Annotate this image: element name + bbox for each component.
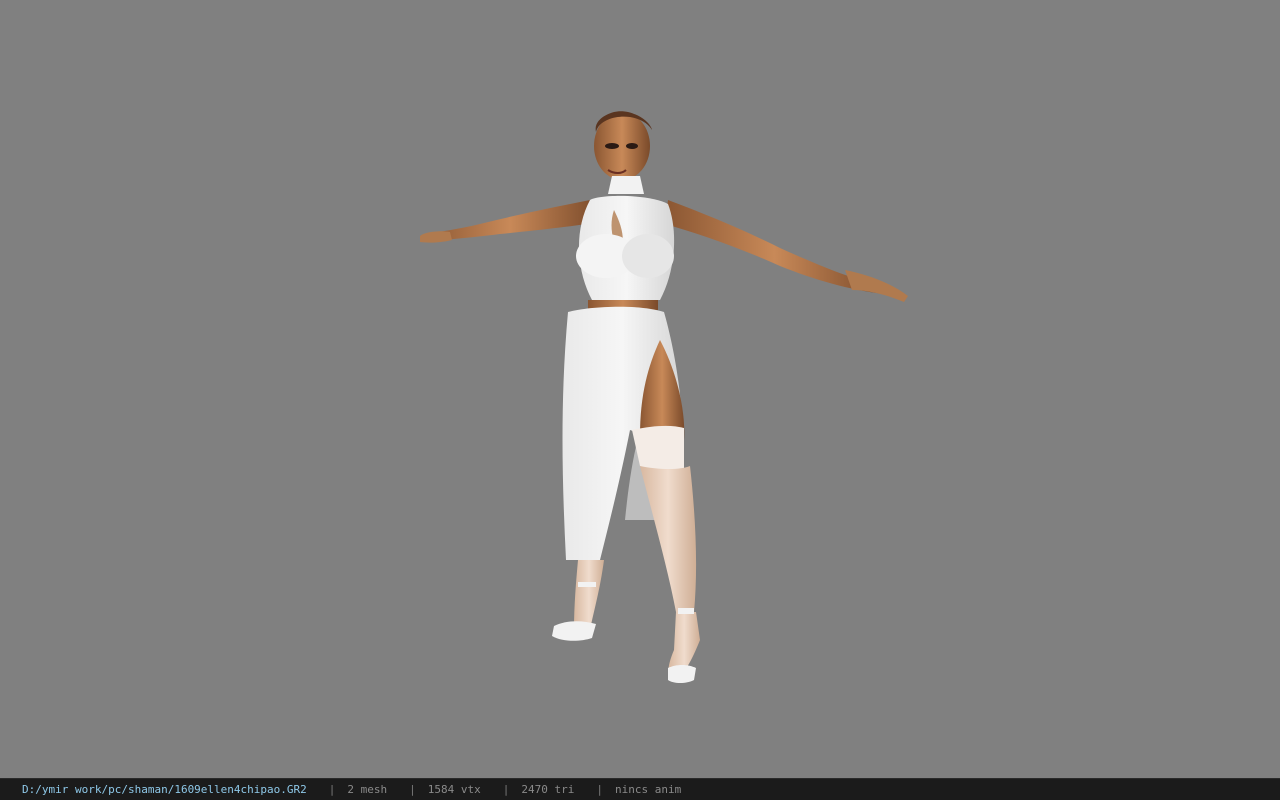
status-bar: D:/ymir work/pc/shaman/1609ellen4chipao.…: [0, 778, 1280, 800]
status-separator: |: [328, 783, 336, 796]
status-triangle-count: 2470 tri: [521, 783, 575, 796]
character-model-icon: [420, 111, 908, 683]
status-separator: |: [409, 783, 416, 796]
status-file-path: D:/ymir work/pc/shaman/1609ellen4chipao.…: [22, 783, 307, 796]
status-mesh-count: 2 mesh: [347, 783, 388, 796]
status-animation: nincs anim: [615, 783, 682, 796]
status-separator: |: [596, 783, 603, 796]
status-vertex-count: 1584 vtx: [427, 783, 481, 796]
status-separator: |: [502, 783, 510, 796]
3d-viewport[interactable]: [0, 0, 1280, 778]
